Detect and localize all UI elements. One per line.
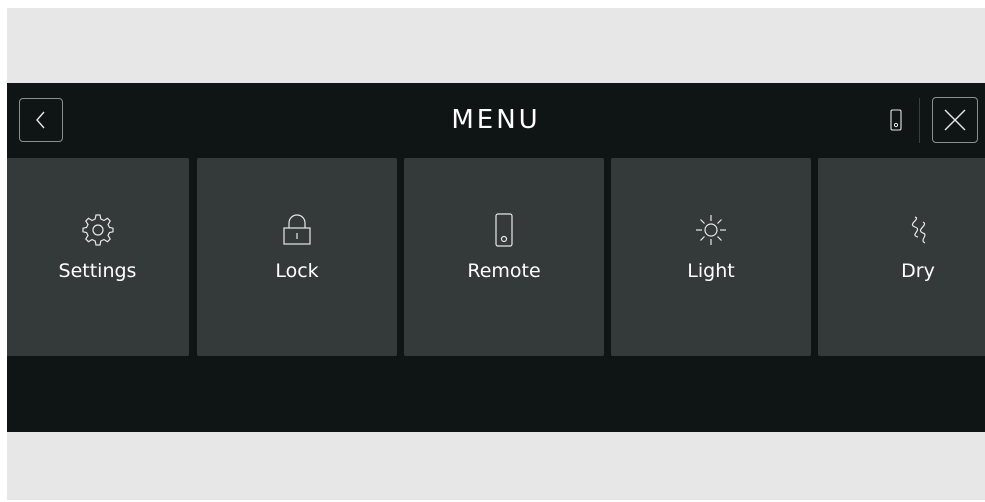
header-divider [919,98,920,143]
tile-label: Lock [275,260,319,282]
close-icon [944,109,966,131]
page-title: MENU [451,105,541,135]
tile-lock[interactable]: Lock [197,158,397,356]
close-button[interactable] [932,97,978,143]
menu-tiles: Settings Lock Remote Light Dry [7,158,985,356]
tile-label: Light [687,260,735,282]
remote-icon [487,213,521,247]
dry-icon [901,213,935,247]
tile-label: Settings [58,260,137,282]
menu-header: MENU [7,83,985,158]
tile-label: Dry [901,260,935,282]
menu-panel: MENU Settings Lock Remote Light Dry [7,83,985,432]
tile-label: Remote [467,260,541,282]
remote-status-icon [889,108,903,132]
tile-settings[interactable]: Settings [7,158,189,356]
lock-icon [280,213,314,247]
light-icon [694,213,728,247]
gear-icon [81,213,115,247]
tile-dry[interactable]: Dry [818,158,985,356]
tile-remote[interactable]: Remote [404,158,604,356]
tile-light[interactable]: Light [611,158,811,356]
